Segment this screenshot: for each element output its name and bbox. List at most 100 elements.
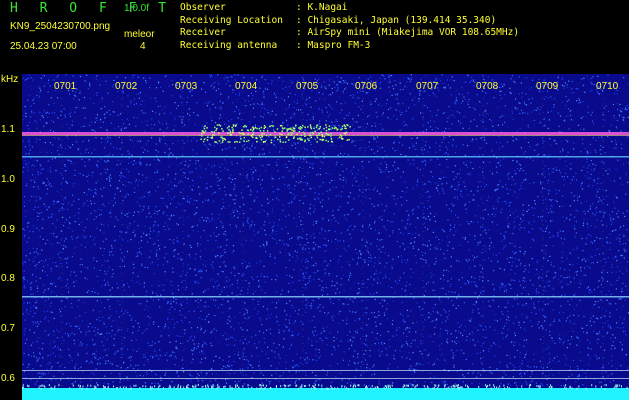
noise-speck [199, 344, 201, 346]
noise-speck [31, 195, 33, 197]
noise-speck [523, 103, 526, 105]
noise-speck [177, 202, 179, 204]
noise-speck [475, 302, 477, 304]
noise-speck [480, 185, 482, 187]
noise-speck [40, 376, 42, 378]
noise-speck [93, 218, 95, 220]
noise-speck [592, 76, 594, 78]
noise-speck [461, 277, 463, 279]
noise-speck [271, 175, 273, 177]
noise-speck [24, 105, 26, 108]
noise-speck [538, 321, 540, 323]
noise-speck [413, 163, 415, 165]
noise-speck [387, 220, 389, 222]
noise-speck [141, 197, 143, 199]
noise-speck [203, 305, 205, 307]
noise-speck [538, 270, 540, 273]
noise-speck [78, 106, 80, 109]
noise-speck [513, 80, 515, 83]
noise-speck [622, 327, 624, 329]
noise-speck [610, 327, 612, 329]
noise-speck [516, 78, 518, 80]
spectrogram-canvas [0, 74, 629, 400]
noise-speck [23, 201, 25, 203]
noise-speck [274, 263, 276, 265]
noise-speck [59, 355, 61, 357]
noise-speck [273, 222, 275, 224]
noise-speck [192, 203, 194, 205]
noise-speck [154, 212, 156, 215]
noise-speck [220, 148, 222, 150]
noise-speck [516, 130, 518, 132]
noise-speck [97, 363, 99, 365]
noise-speck [84, 281, 86, 283]
noise-speck [590, 312, 592, 315]
noise-speck [152, 357, 154, 359]
noise-speck [291, 144, 293, 146]
noise-speck [617, 216, 619, 218]
noise-speck [253, 372, 255, 374]
noise-speck [386, 154, 388, 157]
noise-speck [379, 102, 381, 104]
noise-speck [443, 87, 445, 89]
noise-speck [560, 275, 562, 277]
noise-speck [41, 211, 43, 213]
noise-speck [139, 374, 141, 376]
noise-speck [285, 326, 287, 328]
noise-speck [374, 220, 376, 222]
noise-speck [358, 106, 360, 108]
noise-speck [237, 216, 239, 219]
noise-speck [75, 317, 77, 319]
noise-speck [353, 383, 355, 385]
noise-speck [563, 79, 565, 81]
noise-speck [407, 344, 409, 346]
noise-speck [121, 142, 123, 144]
noise-speck [446, 332, 448, 335]
noise-speck [147, 342, 149, 344]
noise-speck [386, 268, 388, 270]
noise-speck [611, 211, 613, 213]
noise-speck [201, 205, 203, 207]
noise-speck [476, 125, 478, 127]
noise-speck [611, 266, 613, 268]
noise-speck [596, 371, 598, 373]
noise-speck [167, 103, 169, 105]
noise-speck [265, 379, 268, 381]
noise-speck [365, 245, 367, 247]
noise-speck [274, 94, 276, 96]
noise-speck [335, 238, 337, 240]
noise-speck [117, 324, 119, 327]
noise-speck [271, 121, 273, 123]
noise-speck [625, 173, 627, 175]
noise-speck [291, 304, 293, 307]
noise-speck [527, 126, 529, 128]
noise-speck [399, 111, 401, 113]
noise-speck [451, 123, 453, 125]
noise-speck [302, 277, 304, 279]
noise-speck [128, 171, 130, 173]
noise-speck [539, 121, 541, 124]
noise-speck [97, 80, 99, 82]
noise-speck [213, 232, 215, 234]
noise-speck [127, 367, 129, 369]
noise-speck [383, 225, 385, 227]
noise-speck [43, 311, 45, 313]
noise-speck [107, 348, 109, 350]
noise-speck [224, 288, 226, 290]
noise-speck [119, 375, 121, 377]
noise-speck [125, 231, 127, 234]
noise-speck [318, 78, 320, 80]
noise-speck [412, 188, 414, 190]
noise-speck [315, 220, 317, 222]
noise-speck [377, 204, 379, 206]
noise-speck [265, 353, 267, 355]
noise-speck [411, 99, 413, 101]
noise-speck [593, 84, 595, 86]
noise-speck [181, 304, 183, 307]
noise-speck [166, 225, 169, 227]
noise-speck [77, 130, 79, 132]
noise-speck [291, 82, 293, 84]
noise-speck [60, 315, 62, 317]
noise-speck [381, 341, 383, 344]
noise-speck [217, 102, 219, 104]
